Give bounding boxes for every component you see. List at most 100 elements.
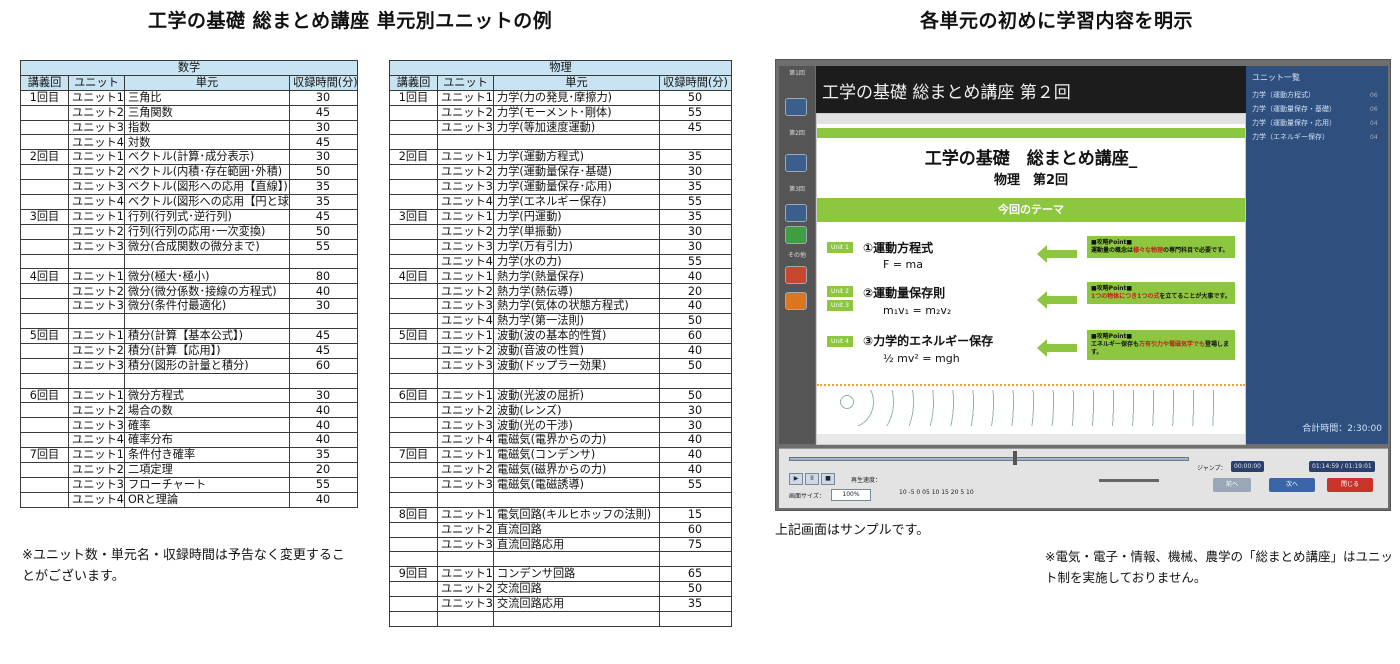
cell-lecture (389, 238, 438, 255)
cell-minutes: 30 (658, 402, 733, 419)
unit-list-item[interactable]: 力学（エネルギー保存） (1252, 132, 1329, 142)
cell-topic (493, 610, 660, 627)
table-row (20, 313, 359, 330)
cell-lecture: 2回目 (20, 149, 69, 166)
cell-topic: 熱力学(気体の状態方程式) (493, 298, 660, 315)
table-row: ユニット2 場合の数 40 (20, 402, 359, 419)
cell-minutes (658, 610, 733, 627)
lecture-icon[interactable] (785, 204, 807, 222)
cell-lecture (20, 402, 69, 419)
unit-list-item[interactable]: 力学（運動量保存・基礎） (1252, 104, 1336, 114)
table-row: ユニット2 波動(音波の性質) 40 (389, 342, 733, 359)
cell-topic: 微分(条件付最適化) (124, 298, 290, 315)
table-row: ユニット4 対数 45 (20, 134, 359, 151)
table-row: ユニット3 ベクトル(図形への応用【直線】) 35 (20, 179, 359, 196)
cell-unit: ユニット3 (437, 357, 494, 374)
cell-unit: ユニット3 (68, 357, 125, 374)
physics-subject-header: 物理 (388, 60, 733, 76)
close-button[interactable]: 閉じる (1327, 478, 1373, 492)
unit-list-item[interactable]: 力学（運動方程式） (1252, 90, 1315, 100)
cell-unit: ユニット2 (437, 164, 494, 181)
cell-minutes: 40 (658, 268, 733, 285)
cell-minutes: 55 (288, 476, 359, 493)
prev-button[interactable]: 前へ (1213, 478, 1251, 492)
play-button[interactable]: ▶ (789, 473, 803, 485)
cell-unit: ユニット4 (68, 134, 125, 151)
cell-lecture: 1回目 (389, 89, 438, 106)
cell-minutes: 50 (288, 223, 359, 240)
cell-topic: 場合の数 (124, 402, 290, 419)
size-select[interactable]: 100% (831, 489, 871, 501)
cell-topic: 力学(運動量保存･応用) (493, 179, 660, 196)
cell-topic: 確率 (124, 417, 290, 434)
next-button[interactable]: 次へ (1269, 478, 1315, 492)
table-row: ユニット2 三角関数 45 (20, 104, 359, 121)
cell-unit: ユニット3 (68, 238, 125, 255)
player-controls: ▶ II ■ 再生速度： 10 -5 0 05 10 15 20 5 10 画面… (779, 448, 1388, 508)
table-row: ユニット3 力学(等加速度運動) 45 (389, 119, 733, 136)
cell-topic: 波動(音波の性質) (493, 342, 660, 359)
table-row: 5回目 ユニット1 積分(計算【基本公式】) 45 (20, 328, 359, 344)
cell-topic (493, 372, 660, 389)
lecture-icon[interactable] (785, 154, 807, 172)
cell-minutes: 30 (658, 238, 733, 255)
cell-topic: 力学(万有引力) (493, 238, 660, 255)
table-row: ユニット2 波動(レンズ) 30 (389, 402, 733, 419)
total-time: 合計時間：2:30:00 (1302, 424, 1382, 434)
cell-lecture: 3回目 (20, 208, 69, 225)
table-row: ユニット2 力学(運動量保存･基礎) 30 (389, 164, 733, 181)
volume-slider[interactable] (1099, 479, 1159, 482)
cell-lecture (389, 432, 438, 449)
cell-topic: 微分(極大･極小) (124, 268, 290, 285)
seek-bar[interactable] (789, 457, 1189, 461)
size-label: 画面サイズ： (789, 493, 825, 500)
player-screenshot: 第1回 第2回 第3回 その他 工学の基礎 総まとめ講座 第２回 工学の基礎 総… (775, 59, 1391, 511)
cell-unit: ユニット2 (68, 223, 125, 240)
lecture-icon[interactable] (785, 98, 807, 116)
jump-input[interactable]: 00:00:00 (1231, 461, 1264, 472)
stop-button[interactable]: ■ (821, 473, 835, 485)
cell-minutes: 40 (288, 402, 359, 419)
cell-unit (437, 372, 494, 389)
table-row: ユニット3 力学(運動量保存･応用) 35 (389, 179, 733, 196)
cell-topic (493, 551, 660, 568)
table-row: 1回目 ユニット1 三角比 30 (20, 89, 359, 106)
sidebar-item-lecture-2[interactable]: 第2回 (783, 128, 811, 137)
unit-badge: Unit 4 (827, 336, 853, 347)
sidebar-item-other[interactable]: その他 (783, 250, 811, 259)
cell-topic: 力学(運動量保存･基礎) (493, 164, 660, 181)
sidebar-item-lecture-1[interactable]: 第1回 (783, 68, 811, 77)
seek-handle[interactable] (1013, 451, 1017, 465)
cell-lecture (389, 596, 438, 612)
cell-minutes: 20 (658, 283, 733, 300)
cell-topic: 条件付き確率 (124, 447, 290, 464)
table-row: 1回目 ユニット1 力学(力の発見･摩擦力) 50 (389, 89, 733, 106)
cell-unit: ユニット1 (68, 89, 125, 106)
cell-unit (68, 313, 125, 330)
unit-list-item[interactable]: 力学（運動量保存・応用） (1252, 118, 1336, 128)
table-row: ユニット3 波動(光の干渉) 30 (389, 417, 733, 434)
sidebar-item-lecture-3[interactable]: 第3回 (783, 184, 811, 193)
cell-minutes: 65 (658, 566, 733, 583)
cell-lecture (389, 298, 438, 315)
cell-lecture: 7回目 (389, 447, 438, 464)
table-row: ユニット3 微分(条件付最適化) 30 (20, 298, 359, 315)
cell-topic: 力学(力の発見･摩擦力) (493, 89, 660, 106)
cell-minutes: 55 (658, 253, 733, 270)
cell-unit: ユニット2 (437, 521, 494, 538)
mail-icon[interactable] (785, 292, 807, 310)
edit-icon[interactable] (785, 226, 807, 244)
cell-minutes: 50 (658, 89, 733, 106)
cell-lecture: 1回目 (20, 89, 69, 106)
note-icon[interactable] (785, 266, 807, 284)
cell-topic: 微分(微分係数･接線の方程式) (124, 283, 290, 300)
cell-minutes: 40 (288, 417, 359, 434)
table-row: ユニット2 積分(計算【応用】) 45 (20, 342, 359, 359)
table-row: 4回目 ユニット1 微分(極大･極小) 80 (20, 268, 359, 285)
unit-badge: Unit 2 (827, 286, 853, 297)
cell-unit: ユニット2 (68, 342, 125, 359)
cell-lecture: 5回目 (389, 328, 438, 344)
cell-unit: ユニット4 (437, 253, 494, 270)
cell-minutes: 30 (288, 298, 359, 315)
pause-button[interactable]: II (805, 473, 819, 485)
